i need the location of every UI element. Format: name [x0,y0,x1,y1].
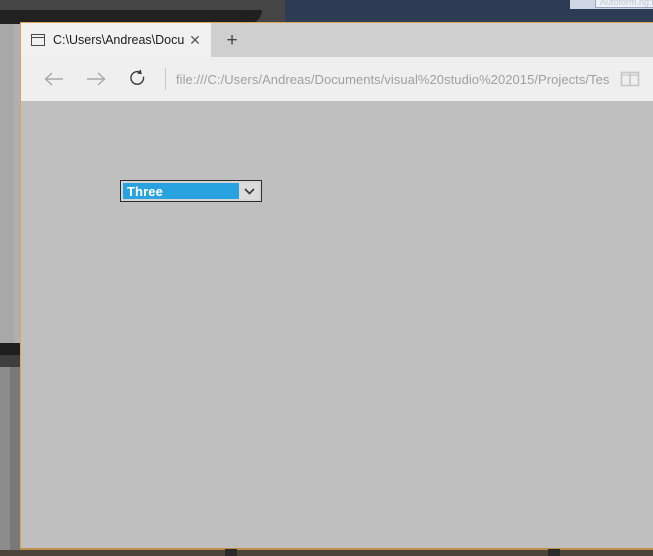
close-icon[interactable]: ✕ [187,32,203,48]
refresh-button[interactable] [117,61,159,97]
browser-window: C:\Users\Andreas\Docur ✕ + file:///C:/Us… [20,22,653,549]
reading-view-icon [620,71,640,87]
page-content-area: Three [21,101,653,548]
tab-title: C:\Users\Andreas\Docur [53,33,185,47]
page-icon [31,34,45,46]
refresh-icon [130,69,145,85]
desktop-left-dark-chunk-secondary [0,355,20,367]
desktop-left-strip-outer [0,24,14,345]
address-bar-input[interactable]: file:///C:/Users/Andreas/Documents/visua… [176,72,615,87]
back-arrow-icon [44,72,63,86]
chevron-down-icon [243,188,255,195]
navigation-bar: file:///C:/Users/Andreas/Documents/visua… [21,57,653,101]
back-button[interactable] [33,61,75,97]
background-vs-field-text: Autoform.ng:minimizedComponent [600,0,653,7]
toolbar-separator [165,68,166,90]
desktop-left-dark-chunk [0,343,20,355]
dropdown-select[interactable]: Three [120,180,262,202]
desktop-left-lower-strip-inner [10,367,20,556]
forward-button[interactable] [75,61,117,97]
background-visual-studio-window[interactable]: Autoform.ng:minimizedComponent ▾ [285,0,653,24]
taskbar-mark-left [225,549,237,556]
dropdown-selected-value[interactable]: Three [123,183,239,199]
taskbar-mark-right [548,549,560,556]
tab-strip: C:\Users\Andreas\Docur ✕ + [21,23,653,57]
forward-arrow-icon [87,72,106,86]
desktop-left-lower-strip-outer [0,367,10,556]
reading-view-button[interactable] [615,64,645,94]
new-tab-button[interactable]: + [211,23,253,57]
dropdown-arrow-button[interactable] [239,183,259,199]
browser-tab[interactable]: C:\Users\Andreas\Docur ✕ [21,23,211,57]
